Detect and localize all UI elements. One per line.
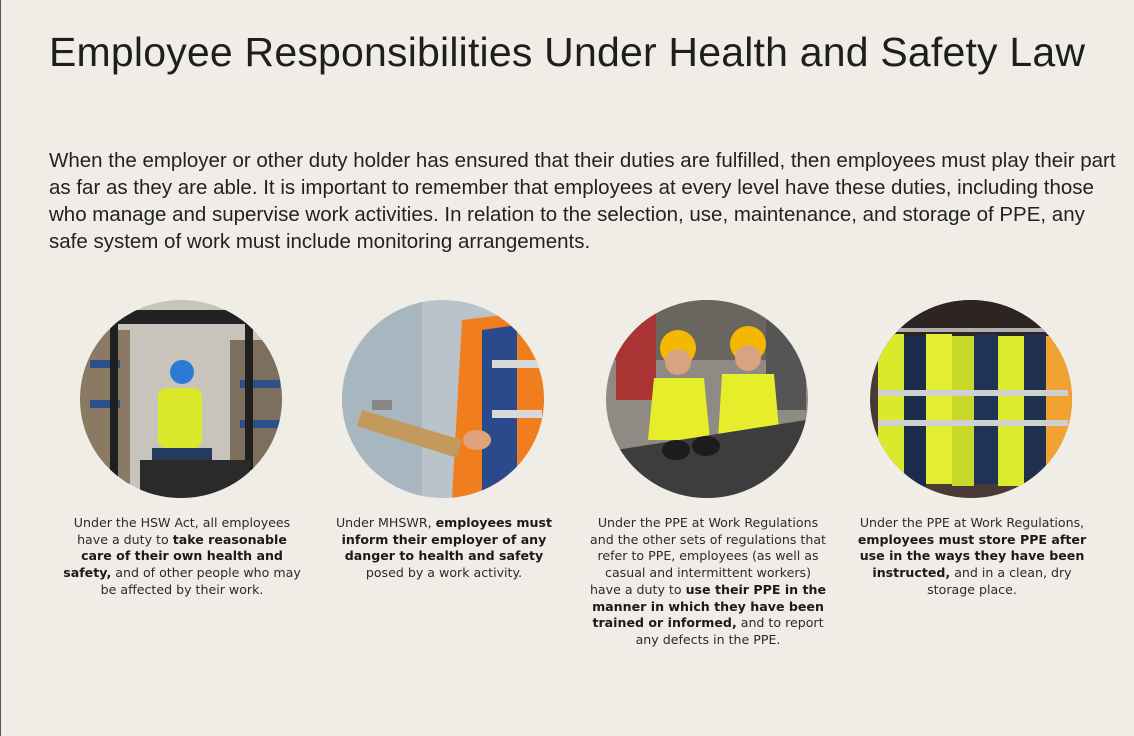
workers-hard-hats-icon xyxy=(606,300,808,498)
caption-ppe-storage: Under the PPE at Work Regulations, emplo… xyxy=(852,515,1092,599)
hi-vis-clothing-rack-icon xyxy=(870,300,1072,498)
caption-text: Under the PPE at Work Regulations, xyxy=(859,515,1085,530)
page-left-border xyxy=(0,0,1,736)
clipboard-inspector-icon xyxy=(342,300,544,498)
caption-text: posed by a work activity. xyxy=(365,565,523,581)
caption-hsw-act: Under the HSW Act, all employees have a … xyxy=(62,515,302,599)
caption-mhswr: Under MHSWR, employees must inform their… xyxy=(324,515,564,582)
intro-paragraph: When the employer or other duty holder h… xyxy=(49,149,1116,253)
page-title: Employee Responsibilities Under Health a… xyxy=(49,29,1086,75)
caption-ppe-use: Under the PPE at Work Regulations and th… xyxy=(588,515,828,649)
caption-text: and of other people who may be affected … xyxy=(100,565,301,597)
caption-text: Under MHSWR, xyxy=(335,515,436,530)
forklift-operator-icon xyxy=(80,300,282,498)
